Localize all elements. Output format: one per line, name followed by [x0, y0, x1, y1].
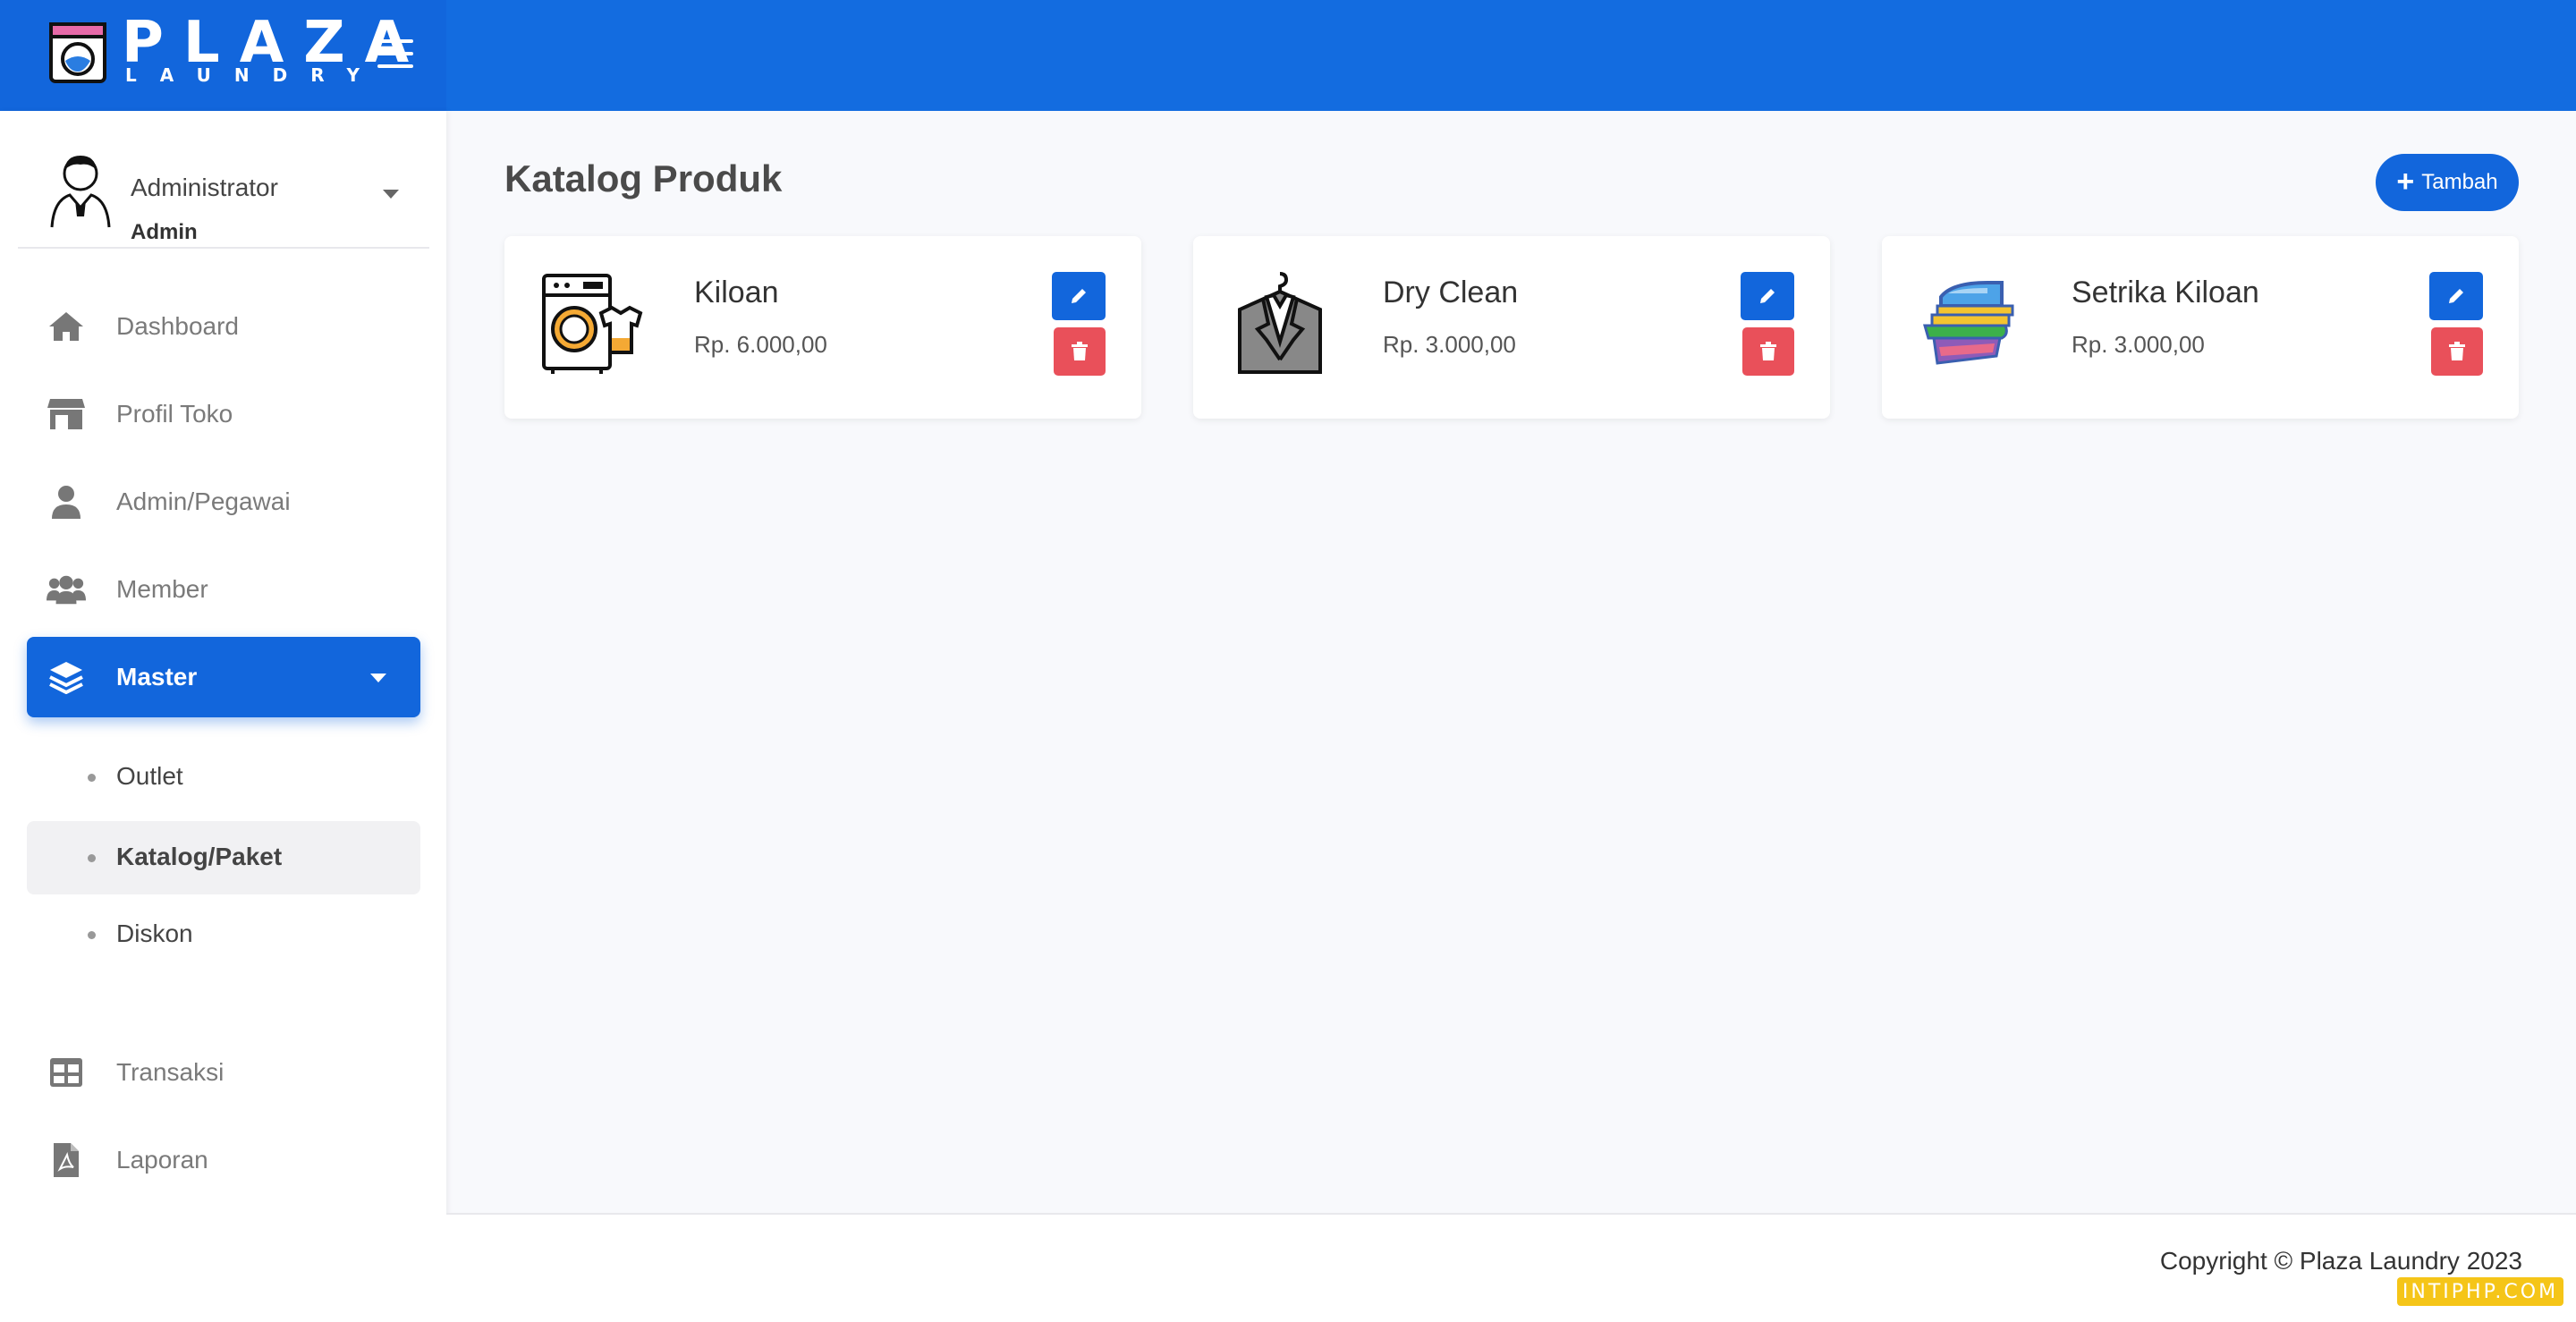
trash-icon	[1072, 342, 1088, 360]
sidebar-item-laporan[interactable]: Laporan	[27, 1120, 420, 1200]
sidebar-item-profil-toko[interactable]: Profil Toko	[27, 374, 420, 454]
product-name: Setrika Kiloan	[2072, 275, 2259, 309]
edit-button[interactable]	[1052, 272, 1106, 320]
sidebar-subitem-katalog-paket[interactable]: Katalog/Paket	[27, 821, 420, 894]
menu-toggle-icon[interactable]	[377, 39, 413, 68]
sidebar-subitem-diskon[interactable]: Diskon	[27, 898, 420, 971]
footer: Copyright © Plaza Laundry 2023	[446, 1213, 2576, 1322]
sidebar-item-label: Profil Toko	[116, 400, 233, 428]
edit-button[interactable]	[1741, 272, 1794, 320]
sidebar-item-dashboard[interactable]: Dashboard	[27, 286, 420, 367]
sidebar-item-label: Dashboard	[116, 312, 239, 340]
sidebar-item-label: Laporan	[116, 1146, 208, 1174]
product-name: Dry Clean	[1383, 275, 1519, 309]
delete-button[interactable]	[1054, 327, 1106, 376]
sidebar-item-label: Master	[116, 663, 198, 691]
add-button-label: Tambah	[2421, 170, 2498, 194]
user-role: Admin	[131, 220, 198, 244]
sidebar: Administrator Admin Dashboard Profil Tok…	[0, 111, 446, 1322]
product-card: Kiloan Rp. 6.000,00	[504, 236, 1141, 419]
sidebar-item-label: Admin/Pegawai	[116, 487, 291, 515]
product-card: Setrika Kiloan Rp. 3.000,00	[1882, 236, 2519, 419]
plus-icon: +	[2396, 165, 2415, 199]
user-name: Administrator	[131, 174, 278, 201]
table-icon	[47, 1055, 86, 1090]
file-pdf-icon	[47, 1142, 86, 1178]
sidebar-item-master[interactable]: Master	[27, 637, 420, 717]
copyright-text: Copyright © Plaza Laundry 2023	[2159, 1247, 2522, 1275]
trash-icon	[1760, 342, 1776, 360]
washing-machine-icon	[542, 274, 643, 374]
product-price: Rp. 3.000,00	[1383, 331, 1516, 358]
avatar	[50, 156, 111, 228]
iron-clothes-icon	[1923, 281, 2014, 365]
chevron-down-icon	[370, 674, 386, 682]
add-product-button[interactable]: + Tambah	[2376, 154, 2519, 211]
pencil-icon	[1760, 289, 1775, 303]
brand-subtitle: LAUNDRY	[125, 64, 383, 86]
user-panel[interactable]: Administrator Admin	[18, 134, 429, 249]
product-card: Dry Clean Rp. 3.000,00	[1193, 236, 1830, 419]
delete-button[interactable]	[1742, 327, 1794, 376]
edit-button[interactable]	[2429, 272, 2483, 320]
users-icon	[47, 572, 86, 607]
sidebar-item-member[interactable]: Member	[27, 549, 420, 630]
sidebar-subitem-label: Diskon	[116, 919, 193, 947]
pencil-icon	[1072, 289, 1086, 303]
chevron-down-icon[interactable]	[383, 190, 399, 199]
product-price: Rp. 6.000,00	[694, 331, 827, 358]
sidebar-subitem-outlet[interactable]: Outlet	[27, 741, 420, 814]
suit-hanger-icon	[1238, 272, 1322, 374]
sidebar-item-label: Transaksi	[116, 1058, 225, 1086]
bullet-icon	[88, 854, 96, 862]
home-icon	[47, 309, 86, 344]
store-icon	[47, 396, 86, 432]
bullet-icon	[88, 774, 96, 782]
sidebar-item-label: Member	[116, 575, 208, 603]
product-name: Kiloan	[694, 275, 779, 309]
bullet-icon	[88, 931, 96, 939]
sidebar-item-admin-pegawai[interactable]: Admin/Pegawai	[27, 462, 420, 542]
sidebar-subitem-label: Katalog/Paket	[116, 843, 283, 870]
trash-icon	[2449, 342, 2465, 360]
layers-icon	[47, 659, 86, 695]
watermark-badge: INTIPHP.COM	[2397, 1277, 2563, 1306]
sidebar-item-transaksi[interactable]: Transaksi	[27, 1032, 420, 1113]
delete-button[interactable]	[2431, 327, 2483, 376]
product-price: Rp. 3.000,00	[2072, 331, 2205, 358]
washing-machine-logo-icon	[49, 22, 106, 83]
page-title: Katalog Produk	[504, 157, 783, 199]
pencil-icon	[2449, 289, 2463, 303]
user-icon	[47, 484, 86, 520]
sidebar-subitem-label: Outlet	[116, 762, 183, 790]
